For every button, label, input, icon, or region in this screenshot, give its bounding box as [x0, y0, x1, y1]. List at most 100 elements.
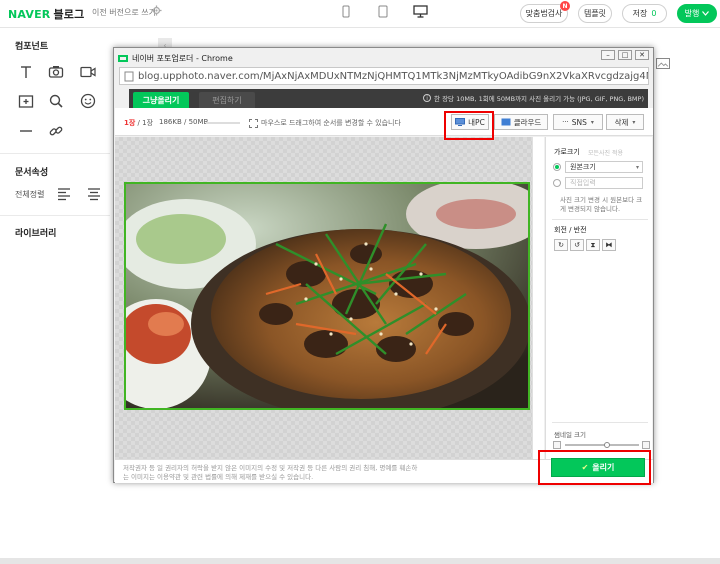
rotate-title: 회전 / 반전	[554, 226, 587, 234]
panel-divider	[552, 219, 648, 220]
spellcheck-button[interactable]: 맞춤법검사 N	[520, 1, 570, 23]
food-photo-image	[126, 184, 528, 408]
size-total: / 50MB	[184, 118, 209, 126]
emoji-icon[interactable]	[80, 93, 96, 109]
tab-edit-label: 편집하기	[212, 95, 242, 105]
chevron-down-icon	[702, 11, 710, 16]
sidebar-divider	[0, 153, 110, 154]
align-center-icon[interactable]	[86, 186, 102, 202]
cloud-icon	[501, 118, 511, 126]
size-note: 사진 크기 변경 시 원본보다 크게 변경되지 않습니다.	[560, 196, 643, 213]
sidebar-divider	[0, 215, 110, 216]
window-controls: – □ ✕	[601, 50, 649, 60]
url-text: blog.upphoto.naver.com/MjAxNjAxMDUxNTMzN…	[138, 70, 649, 82]
direct-input-field[interactable]: 직접입력	[565, 177, 643, 189]
window-title: 네이버 포토업로더 - Chrome	[132, 53, 233, 63]
cloud-button[interactable]: 클라우드	[494, 114, 548, 130]
tab-upload[interactable]: 그냥올리기	[133, 92, 189, 108]
naver-logo-text: NAVER	[8, 8, 51, 21]
uploader-header: 그냥올리기 편집하기 i 한 장당 10MB, 1회에 50MB까지 사진 올리…	[129, 89, 648, 108]
align-label: 전체정렬	[15, 190, 45, 199]
width-apply-all[interactable]: 모든사진 적용	[588, 148, 623, 157]
rotate-left-icon[interactable]: ↺	[570, 239, 584, 251]
original-size-label: 원본크기	[570, 163, 596, 171]
photo-drop-area[interactable]	[115, 137, 539, 459]
components-title: 컴포넌트	[15, 42, 49, 52]
tablet-view-icon[interactable]	[378, 5, 388, 18]
template-label: 템플릿	[583, 9, 607, 18]
flip-vertical-icon[interactable]: ⧓	[602, 239, 616, 251]
prev-version-link[interactable]: 이전 버전으로 쓰기	[92, 7, 156, 18]
align-left-icon[interactable]	[56, 186, 72, 202]
sns-label: SNS	[571, 117, 587, 127]
original-size-select[interactable]: 원본크기 ▾	[565, 161, 643, 173]
uploaded-photo[interactable]	[124, 182, 530, 410]
minimize-button[interactable]: –	[601, 50, 615, 60]
upload-limit-text: 한 장당 10MB, 1회에 50MB까지 사진 올리기 가능 (JPG, GI…	[434, 95, 644, 103]
thumbnail-small-icon[interactable]	[553, 441, 561, 449]
drag-hint-text: 마우스로 드래그하여 순서를 변경할 수 있습니다	[261, 119, 401, 127]
radio-original-size[interactable]	[553, 163, 561, 171]
maximize-button[interactable]: □	[618, 50, 632, 60]
add-image-icon[interactable]	[18, 93, 34, 109]
pc-view-icon[interactable]	[413, 5, 428, 18]
top-bar: NAVER 블로그 이전 버전으로 쓰기 맞춤법검사 N 템플릿 저장 0 발행	[0, 0, 720, 28]
photo-count-current: 1장	[124, 119, 136, 127]
thumbnail-size-title: 썸네일 크기	[554, 431, 586, 439]
caret-down-icon: ▾	[590, 118, 594, 126]
doc-props-title: 문서속성	[15, 168, 49, 178]
copyright-disclaimer: 저작권자 등 일 권리자의 허락을 받지 않은 이미지의 수정 및 저작권 등 …	[123, 464, 418, 481]
sns-dropdown[interactable]: ··· SNS ▾	[553, 114, 603, 130]
video-icon[interactable]	[80, 64, 96, 80]
radio-direct-input[interactable]	[553, 179, 561, 187]
delete-label: 삭제	[614, 117, 629, 127]
save-button[interactable]: 저장 0	[622, 4, 667, 23]
thumbnail-large-icon[interactable]	[642, 441, 650, 449]
text-icon[interactable]	[18, 64, 34, 80]
size-usage: 186KB / 50MB	[159, 118, 208, 126]
rotate-buttons: ↻ ↺ ⧗ ⧓	[554, 239, 634, 252]
template-button[interactable]: 템플릿	[578, 4, 612, 23]
thumbnail-slider-handle[interactable]	[604, 442, 610, 448]
blog-logo-text: 블로그	[53, 8, 85, 21]
url-bar[interactable]: blog.upphoto.naver.com/MjAxNjAxMDUxNTMzN…	[119, 67, 649, 85]
spellcheck-label: 맞춤법검사	[525, 9, 563, 18]
camera-icon[interactable]	[48, 64, 64, 80]
page-icon	[124, 71, 134, 81]
drag-hint: 마우스로 드래그하여 순서를 변경할 수 있습니다	[249, 118, 401, 128]
image-placeholder-icon	[656, 58, 670, 69]
delete-dropdown[interactable]: 삭제 ▾	[606, 114, 644, 130]
publish-label: 발행	[684, 9, 700, 18]
rotate-right-icon[interactable]: ↻	[554, 239, 568, 251]
tab-edit[interactable]: 편집하기	[199, 92, 255, 108]
uploader-toolbar: 1장 / 1장 186KB / 50MB 마우스로 드래그하여 순서를 변경할 …	[115, 108, 653, 136]
horizontal-scrollbar[interactable]	[0, 558, 720, 564]
photo-count-total: / 1장	[137, 119, 154, 127]
caret-down-icon: ▾	[635, 163, 639, 171]
close-button[interactable]: ✕	[635, 50, 649, 60]
photo-count: 1장 / 1장	[124, 118, 153, 128]
highlight-my-pc	[444, 111, 494, 140]
publish-button[interactable]: 발행	[677, 4, 717, 23]
info-icon: i	[423, 94, 432, 102]
direct-input-label: 직접입력	[570, 179, 596, 187]
search-icon[interactable]	[48, 93, 64, 109]
panel-divider	[552, 422, 648, 423]
more-dots-icon: ···	[562, 118, 569, 126]
window-titlebar: 네이버 포토업로더 - Chrome	[118, 52, 233, 64]
left-sidebar: 컴포넌트 문서속성 전체정렬 라이브러리	[0, 28, 126, 564]
naver-blog-logo[interactable]: NAVER 블로그	[8, 6, 84, 22]
mobile-view-icon[interactable]	[342, 5, 350, 18]
drag-icon	[249, 118, 258, 128]
flip-horizontal-icon[interactable]: ⧗	[586, 239, 600, 251]
thumbnail-size-slider[interactable]	[565, 444, 639, 446]
divider-line-icon[interactable]	[18, 123, 34, 139]
link-icon[interactable]	[48, 123, 64, 139]
new-badge: N	[560, 1, 570, 11]
save-label: 저장	[632, 9, 648, 18]
photo-area-scrollbar[interactable]	[532, 137, 544, 459]
width-title: 가로크기	[554, 148, 580, 156]
save-count: 0	[651, 9, 657, 18]
gear-icon[interactable]	[151, 5, 162, 16]
library-title: 라이브러리	[15, 229, 57, 239]
